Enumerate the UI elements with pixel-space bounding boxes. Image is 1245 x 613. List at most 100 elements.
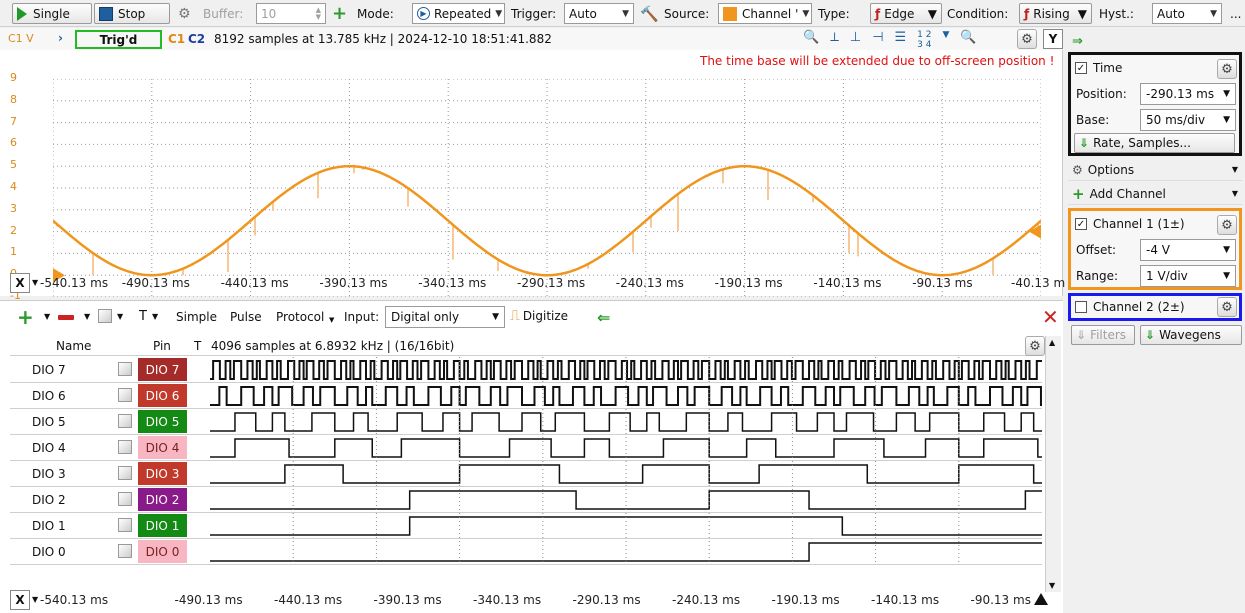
logic-traces[interactable]: [210, 357, 1042, 565]
time-toggle[interactable]: ✓ Time: [1075, 61, 1122, 75]
trigger-select[interactable]: Auto ▼: [564, 3, 634, 24]
zoom-out-icon[interactable]: 🔍: [960, 30, 976, 50]
chevron-down-icon[interactable]: ▼: [32, 278, 38, 287]
chevron-down-icon[interactable]: ▼: [943, 30, 950, 50]
add-icon[interactable]: +: [17, 305, 34, 329]
wavegens-button[interactable]: ⇓ Wavegens: [1140, 325, 1242, 345]
range-field[interactable]: 1 V/div ▼: [1140, 265, 1236, 287]
logic-info: 4096 samples at 6.8932 kHz | (16/16bit): [211, 339, 455, 353]
scope-settings-icon[interactable]: ⚙: [1017, 29, 1037, 49]
stop-button[interactable]: Stop: [94, 3, 170, 24]
source-select[interactable]: Channel ' ▼: [718, 3, 812, 24]
time-settings-icon[interactable]: ⚙: [1217, 59, 1237, 79]
x-tick-label: -40.13 m: [1011, 276, 1066, 290]
channel1-settings-icon[interactable]: ⚙: [1217, 215, 1237, 235]
add-channel-row[interactable]: + Add Channel ▼: [1068, 183, 1242, 205]
logic-header-row: Name Pin T 4096 samples at 6.8932 kHz | …: [10, 336, 1042, 356]
arrow-left-icon[interactable]: ⇐: [597, 308, 610, 327]
digitize-icon: ⎍: [510, 308, 520, 324]
scope-plot-area[interactable]: C1 V › Trig'd C1 C2 8192 samples at 13.7…: [0, 28, 1066, 302]
y-axis-button[interactable]: Y: [1043, 29, 1063, 49]
buffer-settings-icon[interactable]: ⚙: [178, 3, 198, 24]
edit-icon[interactable]: [118, 544, 132, 558]
x-tick-label: -540.13 ms: [40, 276, 109, 290]
checkbox-icon: [1075, 301, 1087, 313]
x-tick-label: -340.13 ms: [418, 276, 487, 290]
chevron-down-icon[interactable]: ▼: [84, 312, 90, 321]
filters-button[interactable]: ⇓ Filters: [1071, 325, 1135, 345]
options-label: Options: [1087, 162, 1135, 177]
align-icon[interactable]: ☰: [895, 30, 907, 50]
single-button[interactable]: Single: [12, 3, 92, 24]
chevron-down-icon: ▼: [1223, 89, 1230, 99]
edit-icon[interactable]: [118, 362, 132, 376]
more-button[interactable]: ...: [1230, 3, 1241, 24]
edit-icon[interactable]: [118, 440, 132, 454]
logic-x-axis-button[interactable]: X: [10, 590, 30, 610]
x-tick-label: -190.13 ms: [714, 276, 783, 290]
c2-indicator[interactable]: C2: [188, 32, 205, 46]
base-field[interactable]: 50 ms/div ▼: [1140, 109, 1236, 131]
logic-scrollbar[interactable]: ▲ ▼: [1045, 336, 1061, 592]
plus-icon[interactable]: +: [332, 3, 352, 24]
options-row[interactable]: ⚙ Options ▼: [1068, 159, 1242, 181]
x-axis-button[interactable]: X: [10, 273, 30, 293]
text-tool-icon[interactable]: T: [139, 309, 147, 324]
edit-icon[interactable]: [118, 466, 132, 480]
trigger-position-marker[interactable]: [1034, 593, 1048, 605]
protocol-tool[interactable]: Protocol: [276, 310, 324, 324]
cursor-x-icon[interactable]: ⟂: [830, 30, 839, 50]
input-select[interactable]: Digital only ▼: [385, 306, 505, 328]
remove-icon[interactable]: [58, 315, 74, 320]
hyst-label: Hyst.:: [1099, 6, 1134, 21]
cursor-v-icon[interactable]: ⊣: [872, 30, 883, 50]
stop-icon: [99, 6, 113, 21]
scale-icon[interactable]: 1 23 4: [917, 30, 931, 50]
edit-icon[interactable]: [118, 492, 132, 506]
chevron-right-icon[interactable]: ›: [58, 31, 63, 45]
logic-settings-icon[interactable]: ⚙: [1025, 336, 1045, 356]
scroll-down-icon[interactable]: ▼: [1049, 581, 1055, 590]
chevron-down-icon[interactable]: ▼: [329, 316, 334, 324]
edit-icon[interactable]: [118, 518, 132, 532]
pulse-tool[interactable]: Pulse: [230, 310, 262, 324]
scroll-up-icon[interactable]: ▲: [1049, 338, 1055, 347]
cursor-h-icon[interactable]: ⊥: [850, 30, 861, 50]
arrow-right-icon[interactable]: ⇒: [1072, 34, 1083, 49]
chevron-down-icon[interactable]: ▼: [117, 312, 123, 321]
buffer-value: 10: [261, 6, 277, 21]
close-icon[interactable]: ✕: [1042, 305, 1059, 329]
trigger-hammer-icon[interactable]: 🔨: [640, 3, 659, 24]
offset-field[interactable]: -4 V ▼: [1140, 239, 1236, 261]
condition-select[interactable]: ƒ Rising ▼: [1019, 3, 1092, 24]
type-select[interactable]: ƒ Edge ▼: [870, 3, 942, 24]
base-label: Base:: [1076, 113, 1110, 127]
channel2-toggle[interactable]: Channel 2 (2±): [1075, 300, 1185, 314]
channel1-toggle[interactable]: ✓ Channel 1 (1±): [1075, 217, 1185, 231]
mode-select[interactable]: ▶ Repeated ▼: [412, 3, 505, 24]
spin-arrows-icon: ▲ ▼: [315, 5, 321, 21]
edit-icon[interactable]: [118, 388, 132, 402]
simple-tool[interactable]: Simple: [176, 310, 217, 324]
edit-icon[interactable]: [98, 309, 112, 323]
rate-samples-button[interactable]: ⇓ Rate, Samples...: [1074, 133, 1235, 153]
zoom-icon[interactable]: 🔍: [803, 30, 819, 50]
c1-indicator[interactable]: C1: [168, 32, 185, 46]
position-field[interactable]: -290.13 ms ▼: [1140, 83, 1236, 105]
channel2-settings-icon[interactable]: ⚙: [1217, 297, 1237, 317]
buffer-label: Buffer:: [203, 6, 244, 21]
digitize-button[interactable]: ⎍ Digitize: [510, 308, 568, 324]
chevron-down-icon[interactable]: ▼: [32, 595, 38, 604]
chevron-down-icon[interactable]: ▼: [152, 312, 158, 321]
base-value: 50 ms/div: [1146, 113, 1206, 127]
buffer-spinbox[interactable]: 10 ▲ ▼: [256, 3, 326, 24]
hyst-select[interactable]: Auto ▼: [1152, 3, 1222, 24]
y-tick-label: 9: [10, 71, 17, 84]
edit-icon[interactable]: [118, 414, 132, 428]
chevron-down-icon[interactable]: ▼: [44, 312, 50, 321]
chevron-down-icon: ▼: [1231, 189, 1238, 198]
y-tick-label: 2: [10, 223, 17, 237]
mode-label: Mode:: [357, 6, 394, 21]
y-tick-label: 8: [10, 92, 17, 106]
scope-chart[interactable]: [53, 79, 1041, 297]
